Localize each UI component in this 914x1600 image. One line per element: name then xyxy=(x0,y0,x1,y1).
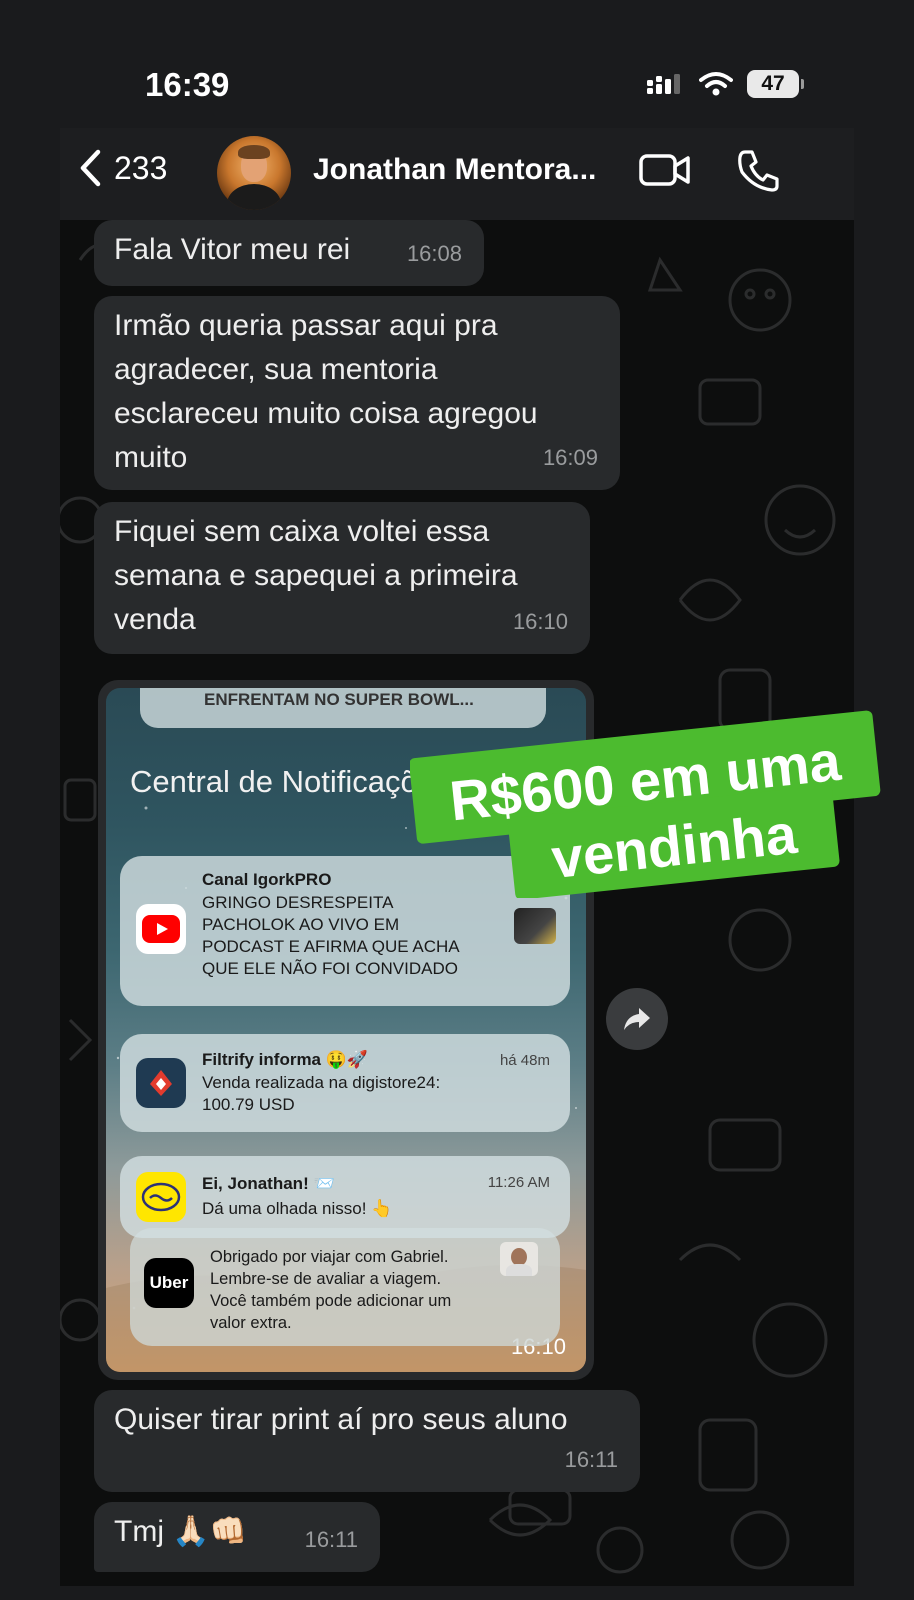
status-time: 16:39 xyxy=(145,66,230,103)
chat-area[interactable]: Fala Vitor meu rei 16:08 Irmão queria pa… xyxy=(60,220,854,1586)
forward-button[interactable] xyxy=(606,988,668,1050)
notification-card[interactable]: Ei, Jonathan! 📨 Dá uma olhada nisso! 👆 1… xyxy=(120,1156,570,1238)
message-time: 16:11 xyxy=(304,1527,358,1552)
filtrify-icon xyxy=(136,1058,186,1108)
bottom-edge xyxy=(0,1586,914,1600)
driver-photo xyxy=(500,1242,538,1276)
unread-count: 233 xyxy=(114,149,168,186)
status-icons: 47 xyxy=(645,70,804,98)
chat-header: 233 Jonathan Mentora... xyxy=(60,128,854,220)
message-time: 16:08 xyxy=(406,241,462,266)
message-time: 16:09 xyxy=(542,445,598,470)
message-bubble[interactable]: Tmj 🙏🏻👊🏻 16:11 xyxy=(94,1502,380,1572)
message-bubble[interactable]: Irmão queria passar aqui pra agradecer, … xyxy=(94,296,620,490)
notification-card[interactable]: Filtrify informa 🤑🚀 Venda realizada na d… xyxy=(120,1034,570,1132)
uber-icon: Uber xyxy=(144,1258,194,1308)
youtube-icon xyxy=(136,904,186,954)
message-text: Irmão queria passar aqui pra agradecer, … xyxy=(114,309,538,474)
notification-title: Canal IgorkPRO xyxy=(202,870,332,889)
back-button[interactable]: 233 xyxy=(78,148,167,188)
message-bubble[interactable]: Fala Vitor meu rei 16:08 xyxy=(94,220,484,286)
wifi-icon xyxy=(699,72,733,96)
phone-screen: 16:39 47 233 Jonathan Mentora... Fala Vi… xyxy=(0,0,914,1600)
notification-title: Ei, Jonathan! 📨 xyxy=(202,1174,335,1193)
video-call-icon[interactable] xyxy=(638,148,692,192)
notification-card[interactable]: Uber Obrigado por viajar com Gabriel. Le… xyxy=(130,1228,560,1346)
message-text: Quiser tirar print aí pro seus aluno xyxy=(114,1403,568,1436)
notification-title: Filtrify informa 🤑🚀 xyxy=(202,1050,369,1069)
mercadolivre-icon xyxy=(136,1172,186,1222)
notification-time: 11:26 AM xyxy=(487,1174,550,1191)
notification-body: Venda realizada na digistore24: 100.79 U… xyxy=(202,1073,441,1114)
contact-name[interactable]: Jonathan Mentora... xyxy=(313,153,596,187)
cellular-signal-icon xyxy=(647,74,680,94)
chevron-left-icon xyxy=(80,149,101,187)
notification-center-title: Central de Notificações xyxy=(130,764,451,799)
message-bubble[interactable]: Fiquei sem caixa voltei essa semana e sa… xyxy=(94,502,590,654)
battery-indicator: 47 xyxy=(747,70,804,98)
notification-body: Dá uma olhada nisso! 👆 xyxy=(202,1199,393,1218)
message-bubble[interactable]: Quiser tirar print aí pro seus aluno 16:… xyxy=(94,1390,640,1492)
phone-call-icon[interactable] xyxy=(736,148,780,194)
notification-body: GRINGO DESRESPEITA PACHOLOK AO VIVO EM P… xyxy=(202,893,460,978)
notification-time: há 48m xyxy=(499,1052,550,1069)
notification-body: Obrigado por viajar com Gabriel. Lembre-… xyxy=(210,1248,452,1332)
thumbnail-image xyxy=(514,908,556,944)
message-text: Fiquei sem caixa voltei essa semana e sa… xyxy=(114,515,518,636)
forward-icon xyxy=(624,1008,650,1030)
avatar[interactable] xyxy=(217,136,291,210)
message-time: 16:11 xyxy=(564,1447,618,1472)
message-time: 16:10 xyxy=(512,609,568,634)
price-sticker: R$600 em uma vendinha xyxy=(410,710,881,898)
